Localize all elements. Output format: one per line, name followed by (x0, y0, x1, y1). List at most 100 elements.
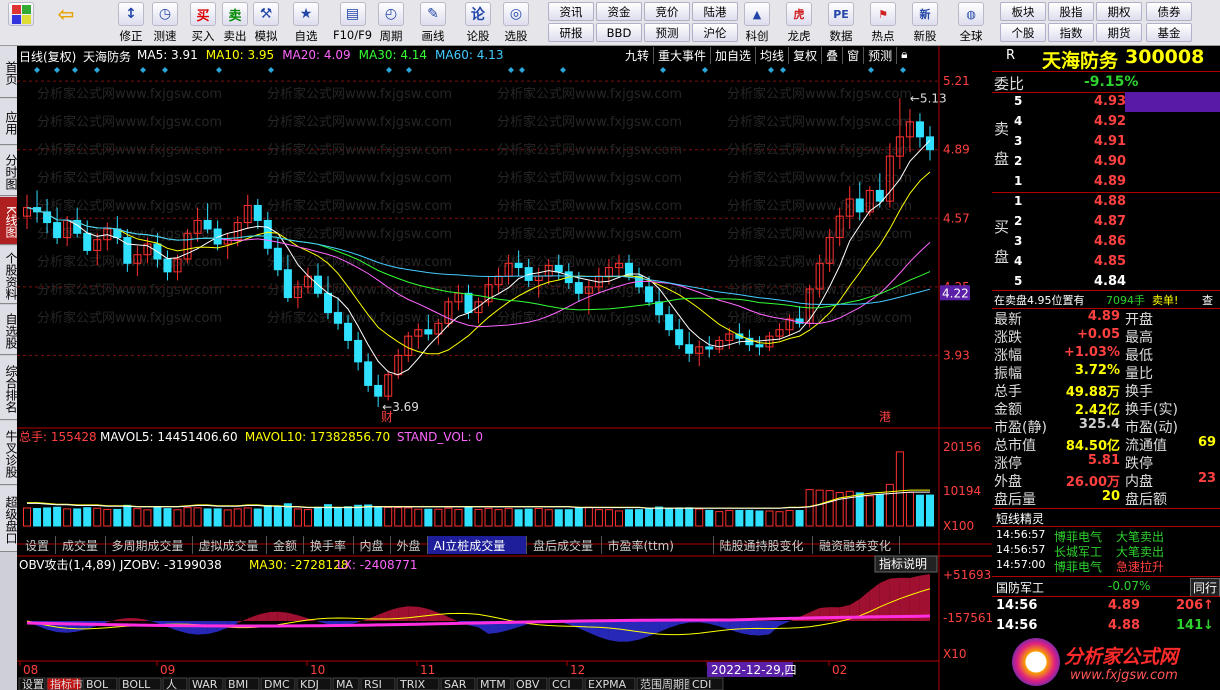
subtab-5[interactable]: 换手率 (304, 536, 354, 554)
toolbar-cycle-button[interactable]: ◴ 周期 (378, 2, 404, 44)
divider (992, 508, 1220, 509)
obv-ma-line (26, 588, 931, 636)
left-tab-6[interactable]: 综合排名 (0, 356, 18, 420)
subtab-11[interactable]: 陆股通持股变化 (714, 536, 813, 554)
signal-marker (140, 67, 146, 73)
toolbar-tab2-3-0[interactable]: 债券 (1146, 2, 1192, 21)
toolbar-new-button[interactable]: 新新股 (912, 2, 938, 44)
signal-marker (868, 67, 874, 73)
left-tab-0[interactable]: 首页 (0, 46, 18, 98)
watermark: 分析家公式网www.fxjgsw.com (37, 142, 222, 158)
divider (992, 71, 1220, 72)
stat-value: 3.72% (1074, 363, 1120, 378)
obv-area (257, 612, 268, 621)
peer-button[interactable]: 同行 (1190, 578, 1220, 597)
volume-bar (364, 504, 373, 527)
toolbar-clock-button[interactable]: ◷ 测速 (152, 2, 178, 44)
toolbar-tab2-1-0[interactable]: 股指 (1048, 2, 1094, 21)
toolbar-tab-1-1[interactable]: BBD (596, 23, 642, 42)
stat-value: 26.00万 (1065, 475, 1120, 490)
toolbar-fix-button[interactable]: ↕ 修正 (118, 2, 144, 44)
toolbar-hot-button[interactable]: ⚑ 热点 (870, 2, 896, 44)
toolbar-tab2-3-1[interactable]: 基金 (1146, 23, 1192, 42)
signal-marker (94, 67, 100, 73)
toolbar-f10-button[interactable]: ▤ F10/F9 (333, 2, 372, 44)
toolbar-tab2-1-1[interactable]: 指数 (1048, 23, 1094, 42)
divider (992, 192, 1220, 193)
toolbar-tab-2-1[interactable]: 预测 (644, 23, 690, 42)
watermark: 分析家公式网www.fxjgsw.com (267, 142, 452, 158)
toolbar-globe-button[interactable]: ◍ 全球 (958, 2, 984, 44)
left-tab-5[interactable]: 自选股 (0, 305, 18, 355)
indicator-tab-label: 范围周期图 (640, 677, 695, 690)
subtab-9[interactable]: 盘后成交量 (527, 536, 602, 554)
short-elf-stock: 博菲电气 (1054, 560, 1103, 574)
subtab-0[interactable]: 设置 (19, 536, 56, 554)
volume-bar (163, 508, 172, 527)
toolbar-tab-2-0[interactable]: 竞价 (644, 2, 690, 21)
left-tab-3[interactable]: K线图 (0, 197, 18, 245)
stat-value: 4.89 (1087, 309, 1120, 324)
volume-bar (865, 495, 874, 527)
toolbar-tab2-2-1[interactable]: 期货 (1096, 23, 1142, 42)
toolbar-hammer-button[interactable]: ⚒ 模拟 (253, 2, 279, 44)
toolbar-pe-button[interactable]: PE 数据 (828, 2, 854, 44)
volume-bar (293, 508, 302, 527)
toolbar-chart-button[interactable]: ▲ 科创 (744, 2, 770, 44)
volume-bar (414, 508, 423, 527)
subtab-8[interactable]: AI立桩成交量 (427, 536, 527, 554)
candle-body (364, 361, 373, 386)
toolbar-tiger-button[interactable]: 虎龙虎 (786, 2, 812, 44)
candle-body (665, 314, 674, 331)
sell-label: 盘 (994, 150, 1010, 168)
toolbar-star-button[interactable]: ★ 自选 (293, 2, 319, 44)
toolbar-buy-button[interactable]: 买买入 (190, 2, 216, 44)
vol-ma-line (27, 489, 930, 509)
left-tab-2[interactable]: 分时图 (0, 146, 18, 196)
event-marker: 港 (879, 410, 891, 424)
subtab-3[interactable]: 虚拟成交量 (193, 536, 267, 554)
pe-icon: PE (828, 2, 854, 26)
subtab-7[interactable]: 外盘 (391, 536, 428, 554)
toolbar-grid-button[interactable] (8, 2, 34, 44)
subtab-6[interactable]: 内盘 (354, 536, 391, 554)
toolbar-comment-button[interactable]: 论论股 (465, 2, 491, 44)
toolbar-tab2-0-0[interactable]: 板块 (1000, 2, 1046, 21)
left-tab-4[interactable]: 个股资料 (0, 246, 18, 304)
left-tab-8[interactable]: 超级盘口 (0, 486, 18, 552)
subtab-10[interactable]: 市盈率(ttm) (602, 536, 714, 554)
obv-area (137, 618, 148, 621)
toolbar-back-arrow-button[interactable]: ⇦ (53, 2, 79, 44)
subtab-4[interactable]: 金额 (267, 536, 304, 554)
new-icon: 新 (912, 2, 938, 26)
toolbar-tab-0-1[interactable]: 研报 (548, 23, 594, 42)
volume-bar (574, 507, 583, 527)
toolbar-tab-3-1[interactable]: 沪伦 (692, 23, 738, 42)
candle-body (323, 292, 333, 314)
buy-price: 4.85 (1094, 254, 1127, 269)
toolbar-tab2-2-0[interactable]: 期权 (1096, 2, 1142, 21)
subtab-12[interactable]: 融资融券变化 (813, 536, 900, 554)
left-tab-1[interactable]: 应用 (0, 99, 18, 145)
volume-bar (564, 509, 573, 527)
clock-icon: ◷ (152, 2, 178, 26)
toolbar-tab-3-0[interactable]: 陆港 (692, 2, 738, 21)
toolbar-tab-1-0[interactable]: 资金 (596, 2, 642, 21)
toolbar-tab-0-0[interactable]: 资讯 (548, 2, 594, 21)
candle-body (283, 269, 292, 299)
toolbar-select-button[interactable]: ◎ 选股 (503, 2, 529, 44)
toolbar-sell-button[interactable]: 卖卖出 (222, 2, 248, 44)
subtab-2[interactable]: 多周期成交量 (106, 536, 193, 554)
volume-bar (645, 507, 654, 527)
buy-icon: 买 (190, 2, 216, 26)
buy-level: 4 (1014, 254, 1023, 268)
toolbar-tab2-0-1[interactable]: 个股 (1000, 23, 1046, 42)
subtab-1[interactable]: 成交量 (56, 536, 106, 554)
left-tab-7[interactable]: 牛叉诊股 (0, 421, 18, 485)
obv-axis-label: +51693 (943, 568, 991, 582)
indicator-tab-war: WAR (188, 677, 224, 690)
toolbar-pen-button[interactable]: ✎ 画线 (420, 2, 446, 44)
indicator-tab-label: BMI (228, 678, 248, 690)
high-label: ←5.13 (910, 91, 947, 105)
volume-bar (303, 509, 312, 527)
